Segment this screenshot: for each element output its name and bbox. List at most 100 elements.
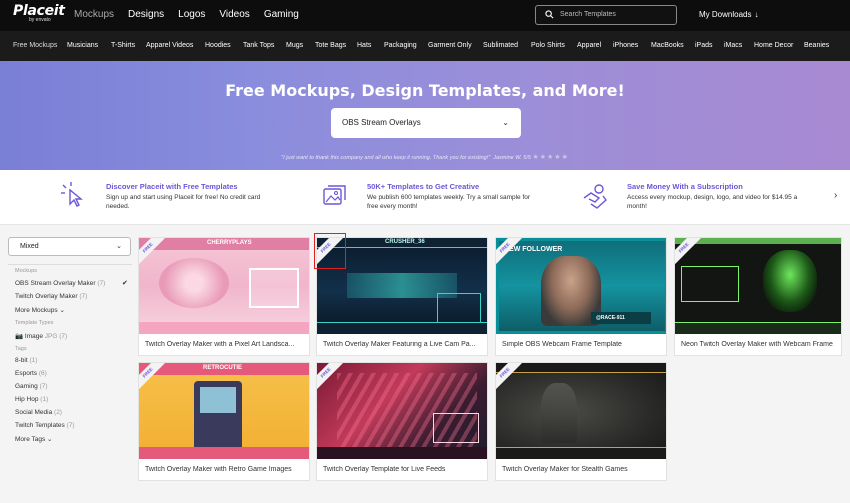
template-card[interactable]: NEW FOLLOWER @RACE-911 FREE Simple OBS W… — [495, 237, 667, 356]
template-card[interactable]: FREE Twitch Overlay Template for Live Fe… — [316, 362, 488, 481]
filter-count: (7) — [79, 293, 88, 300]
feature-title: Discover Placeit with Free Templates — [106, 182, 238, 191]
template-title: Twitch Overlay Maker for Stealth Games — [502, 466, 628, 473]
category-iphones[interactable]: iPhones — [613, 42, 638, 49]
template-title: Twitch Overlay Maker with Retro Game Ima… — [145, 466, 292, 473]
template-title: Neon Twitch Overlay Maker with Webcam Fr… — [681, 341, 833, 348]
tag-social-media[interactable]: Social Media (2) — [15, 409, 62, 416]
search-input[interactable]: Search Templates — [535, 5, 677, 25]
nav-designs[interactable]: Designs — [128, 9, 164, 20]
divider — [8, 264, 132, 265]
tag-label: Esports — [15, 370, 38, 377]
testimonial: "I just want to thank this company and a… — [0, 153, 850, 161]
category-imacs[interactable]: iMacs — [724, 42, 742, 49]
more-tags-toggle[interactable]: More Tags ⌄ — [15, 435, 53, 443]
category-musicians[interactable]: Musicians — [67, 42, 98, 49]
filter-twitch-overlay-maker[interactable]: Twitch Overlay Maker (7) — [15, 293, 87, 300]
filter-obs-stream-overlay-maker[interactable]: OBS Stream Overlay Maker (7) — [15, 280, 105, 287]
tag-label: Gaming — [15, 383, 38, 390]
category-tank-tops[interactable]: Tank Tops — [243, 42, 274, 49]
category-t-shirts[interactable]: T-Shirts — [111, 42, 135, 49]
template-thumbnail: RETROCUTIE FREE — [139, 363, 309, 459]
nav-gaming[interactable]: Gaming — [264, 9, 299, 20]
template-card[interactable]: FREE Neon Twitch Overlay Maker with Webc… — [674, 237, 842, 356]
filter-label: OBS Stream Overlay Maker — [15, 280, 96, 287]
category-tote-bags[interactable]: Tote Bags — [315, 42, 346, 49]
thumbnail-handle: @RACE-911 — [596, 315, 625, 321]
nav-videos[interactable]: Videos — [219, 9, 249, 20]
category-free-mockups[interactable]: Free Mockups — [13, 42, 57, 49]
tag-8-bit[interactable]: 8-bit (1) — [15, 357, 37, 364]
feature-desc: Access every mockup, design, logo, and v… — [627, 194, 798, 210]
nav-mockups[interactable]: Mockups — [74, 9, 114, 20]
category-hats[interactable]: Hats — [357, 42, 371, 49]
tag-count: (7) — [66, 422, 75, 429]
template-thumbnail: FREE — [496, 363, 666, 459]
category-packaging[interactable]: Packaging — [384, 42, 417, 49]
category-mugs[interactable]: Mugs — [286, 42, 303, 49]
image-stack-icon — [323, 185, 346, 205]
category-beanies[interactable]: Beanies — [804, 42, 829, 49]
highlight-box — [314, 233, 346, 269]
main-nav: Mockups Designs Logos Videos Gaming — [74, 9, 313, 20]
feature-desc: We publish 600 templates weekly. Try a s… — [367, 194, 531, 210]
sort-select-value: Mixed — [20, 243, 39, 250]
more-tags-label: More Tags — [15, 436, 46, 443]
cursor-click-icon — [61, 182, 83, 207]
features-band: Discover Placeit with Free Templates Sig… — [0, 170, 850, 225]
category-hoodies[interactable]: Hoodies — [205, 42, 231, 49]
my-downloads-link[interactable]: My Downloads ↓ — [699, 10, 758, 19]
thumbnail-text: CRUSHER_36 — [385, 239, 425, 245]
my-downloads-label: My Downloads — [699, 10, 752, 19]
tag-count: (6) — [38, 370, 47, 377]
more-mockups-toggle[interactable]: More Mockups ⌄ — [15, 306, 65, 314]
testimonial-quote: "I just want to thank this company and a… — [281, 155, 491, 161]
template-card[interactable]: FREE Twitch Overlay Maker for Stealth Ga… — [495, 362, 667, 481]
category-macbooks[interactable]: MacBooks — [651, 42, 684, 49]
category-sublimated[interactable]: Sublimated — [483, 42, 518, 49]
category-apparel[interactable]: Apparel — [577, 42, 601, 49]
template-card[interactable]: CHERRYPLAYS FREE Twitch Overlay Maker wi… — [138, 237, 310, 356]
thumbnail-text: RETROCUTIE — [203, 365, 242, 371]
tag-twitch-templates[interactable]: Twitch Templates (7) — [15, 422, 75, 429]
template-thumbnail: FREE — [675, 238, 841, 334]
placeit-logo[interactable]: Placeit by envato — [13, 4, 65, 23]
section-label-template-types: Template Types — [15, 320, 54, 326]
tag-label: Twitch Templates — [15, 422, 65, 429]
template-card[interactable]: RETROCUTIE FREE Twitch Overlay Maker wit… — [138, 362, 310, 481]
template-thumbnail: NEW FOLLOWER @RACE-911 FREE — [496, 238, 666, 334]
tag-label: 8-bit — [15, 357, 28, 364]
tag-hip-hop[interactable]: Hip Hop (1) — [15, 396, 48, 403]
chevron-down-icon: ⌄ — [59, 307, 65, 314]
category-polo-shirts[interactable]: Polo Shirts — [531, 42, 565, 49]
category-ipads[interactable]: iPads — [695, 42, 713, 49]
testimonial-author: Jasmine W. 5/5 — [493, 155, 531, 161]
hero-title: Free Mockups, Design Templates, and More… — [225, 81, 625, 100]
top-navbar: Placeit by envato Mockups Designs Logos … — [0, 0, 850, 31]
section-label-tags: Tags — [15, 346, 27, 352]
filter-label: Image — [24, 333, 43, 340]
feature-subscription: Save Money With a Subscription Access ev… — [581, 170, 811, 225]
nav-logos[interactable]: Logos — [178, 9, 205, 20]
sort-select[interactable]: Mixed ⌄ — [8, 237, 131, 256]
template-title: Twitch Overlay Maker with a Pixel Art La… — [145, 341, 295, 348]
search-placeholder: Search Templates — [560, 11, 616, 18]
tag-label: Social Media — [15, 409, 53, 416]
filter-image-jpg[interactable]: 📷 Image JPG (7) — [15, 332, 67, 340]
category-home-decor[interactable]: Home Decor — [754, 42, 793, 49]
template-title: Twitch Overlay Maker Featuring a Live Ca… — [323, 341, 476, 348]
carousel-next-icon[interactable]: › — [834, 190, 837, 201]
tag-esports[interactable]: Esports (6) — [15, 370, 47, 377]
feature-desc: Sign up and start using Placeit for free… — [106, 194, 261, 210]
section-label-mockups: Mockups — [15, 268, 38, 274]
tag-count: (1) — [40, 396, 49, 403]
filter-count: (7) — [97, 280, 106, 287]
template-title: Simple OBS Webcam Frame Template — [502, 341, 622, 348]
category-select[interactable]: OBS Stream Overlays ⌄ — [331, 108, 521, 138]
category-garment-only[interactable]: Garment Only — [428, 42, 472, 49]
feature-title: Save Money With a Subscription — [627, 182, 743, 191]
category-apparel-videos[interactable]: Apparel Videos — [146, 42, 193, 49]
tag-gaming[interactable]: Gaming (7) — [15, 383, 48, 390]
search-icon — [545, 10, 554, 19]
category-select-value: OBS Stream Overlays — [342, 118, 421, 127]
